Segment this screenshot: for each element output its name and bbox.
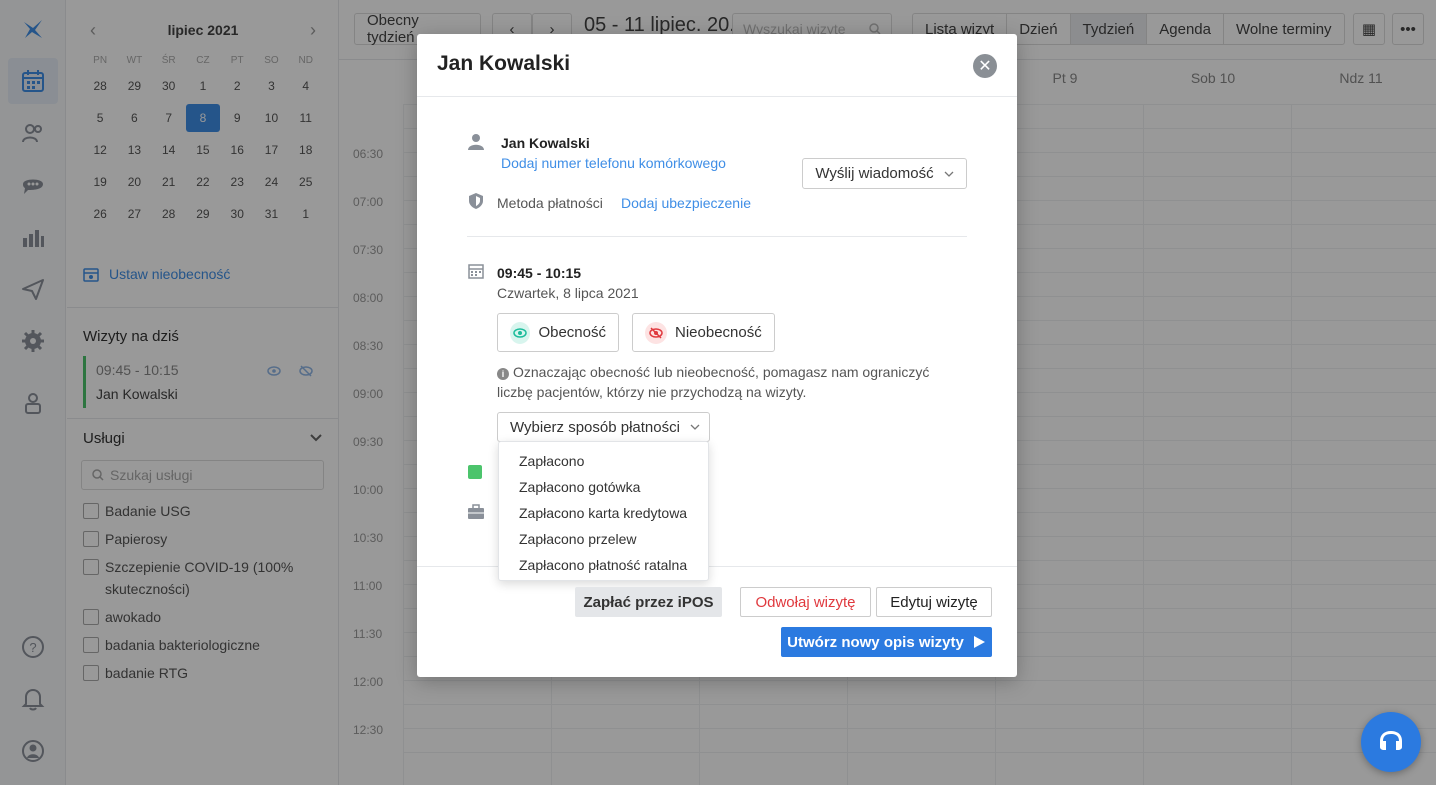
payment-method-label: Metoda płatności [497, 195, 603, 211]
new-visit-description-label: Utwórz nowy opis wizyty [787, 633, 964, 651]
briefcase-icon [468, 504, 484, 519]
payment-option[interactable]: Zapłacono [499, 448, 708, 474]
new-visit-description-button[interactable]: Utwórz nowy opis wizyty [781, 627, 992, 657]
close-button[interactable]: ✕ [973, 54, 997, 78]
play-icon [973, 636, 985, 648]
attendance-info-text: Oznaczając obecność lub nieobecność, pom… [497, 364, 930, 400]
service-color-indicator [468, 465, 482, 479]
payment-option[interactable]: Zapłacono płatność ratalna [499, 552, 708, 578]
info-icon: i [497, 368, 509, 380]
chat-icon [1380, 731, 1402, 750]
patient-name: Jan Kowalski [501, 135, 590, 151]
eye-off-icon [645, 321, 667, 344]
payment-method-dropdown: Zapłacono Zapłacono gotówka Zapłacono kart… [498, 441, 709, 581]
calendar-icon [468, 264, 484, 279]
add-phone-link[interactable]: Dodaj numer telefonu komórkowego [501, 155, 726, 171]
payment-option[interactable]: Zapłacono gotówka [499, 474, 708, 500]
attendance-button[interactable]: Obecność [497, 313, 619, 352]
send-message-label: Wyślij wiadomość [815, 165, 934, 182]
add-insurance-link[interactable]: Dodaj ubezpieczenie [621, 195, 751, 211]
visit-details-modal: Jan Kowalski ✕ Jan Kowalski Dodaj numer … [417, 34, 1017, 677]
payment-method-select[interactable]: Wybierz sposób płatności [497, 412, 710, 442]
payment-option[interactable]: Zapłacono karta kredytowa [499, 500, 708, 526]
close-icon: ✕ [978, 58, 992, 75]
appointment-time: 09:45 - 10:15 [497, 265, 582, 281]
chevron-down-icon [944, 171, 954, 177]
absence-label: Nieobecność [675, 324, 762, 341]
modal-header: Jan Kowalski ✕ [417, 34, 1017, 97]
chevron-down-icon [690, 424, 700, 430]
divider [467, 236, 967, 237]
modal-title: Jan Kowalski [437, 52, 571, 75]
pay-ipos-button[interactable]: Zapłać przez iPOS [575, 587, 722, 617]
edit-visit-button[interactable]: Edytuj wizytę [876, 587, 992, 617]
absence-button[interactable]: Nieobecność [632, 313, 775, 352]
cancel-visit-button[interactable]: Odwołaj wizytę [740, 587, 871, 617]
eye-icon [510, 321, 531, 344]
payment-option[interactable]: Zapłacono przelew [499, 526, 708, 552]
person-icon [468, 134, 484, 150]
appointment-date: Czwartek, 8 lipca 2021 [497, 285, 639, 301]
payment-method-select-label: Wybierz sposób płatności [510, 418, 680, 436]
shield-icon [469, 193, 483, 209]
attendance-info: i Oznaczając obecność lub nieobecność, po… [497, 362, 937, 402]
attendance-label: Obecność [538, 324, 606, 341]
send-message-dropdown[interactable]: Wyślij wiadomość [802, 158, 967, 189]
chat-button[interactable] [1361, 712, 1421, 772]
